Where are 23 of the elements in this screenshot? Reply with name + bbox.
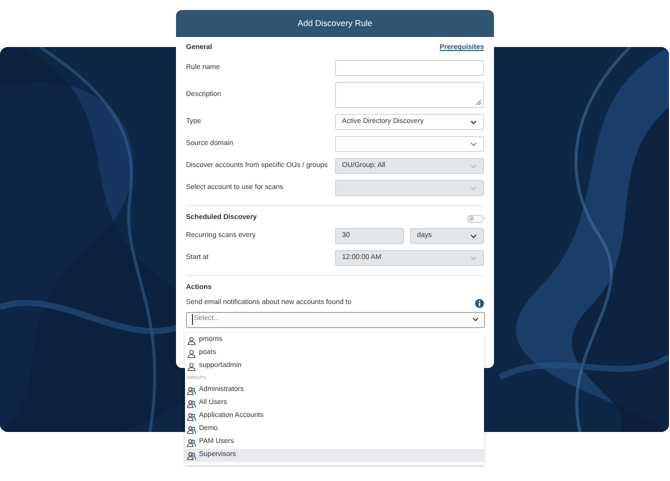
chevron-down-icon	[470, 120, 477, 124]
chevron-down-icon	[470, 142, 477, 146]
resize-handle-icon[interactable]	[475, 99, 481, 105]
select-field[interactable]	[335, 136, 484, 152]
users-icon	[187, 400, 196, 408]
chevron-down-icon	[470, 256, 477, 260]
chevron-down-icon	[470, 234, 477, 238]
users-icon	[187, 412, 196, 420]
toggle-switch[interactable]	[467, 214, 484, 222]
user-icon	[187, 350, 196, 358]
users-icon	[187, 438, 196, 446]
input-field[interactable]	[335, 82, 484, 108]
user-icon	[187, 362, 196, 370]
users-icon	[187, 386, 196, 394]
input-field[interactable]	[335, 60, 484, 76]
chevron-down-icon	[470, 186, 477, 190]
chevron-down-icon	[472, 317, 479, 322]
info-icon[interactable]	[475, 298, 484, 308]
chevron-down-icon	[470, 164, 477, 168]
users-icon	[187, 452, 196, 460]
users-icon	[187, 426, 196, 434]
user-icon	[187, 336, 196, 344]
dialog-title: Add Discovery Rule	[176, 10, 494, 37]
